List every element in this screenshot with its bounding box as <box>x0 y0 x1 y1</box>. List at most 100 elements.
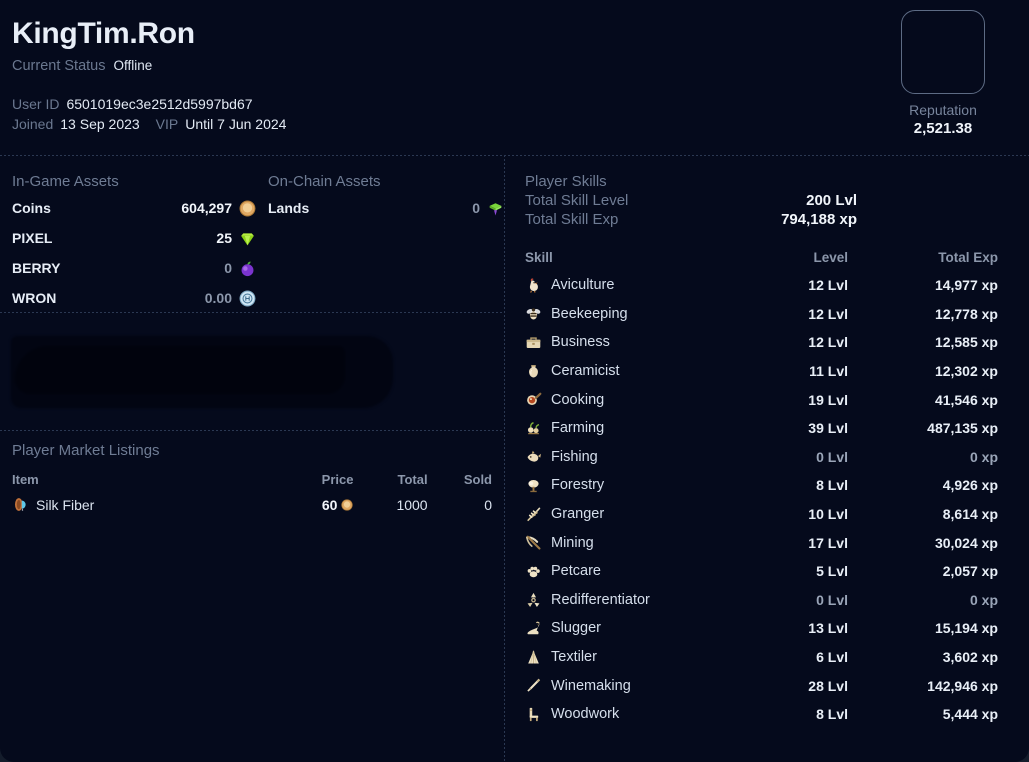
market-price-value: 60 <box>321 496 338 513</box>
table-row[interactable]: Business 12 Lvl 12,585 xp <box>525 328 998 357</box>
vip-label: VIP <box>155 116 179 132</box>
market-table-header: Item Price Total Sold <box>12 467 492 492</box>
skill-exp: 30,024 xp <box>934 534 998 551</box>
table-row[interactable]: Slugger 13 Lvl 15,194 xp <box>525 614 998 643</box>
table-row[interactable]: Ceramicist 11 Lvl 12,302 xp <box>525 357 998 386</box>
skill-name-cell: Slugger <box>525 620 708 637</box>
wheat-icon <box>525 506 542 523</box>
player-profile-card: KingTim.Ron Current Status Offline User … <box>0 0 1029 762</box>
in-game-assets-list: Coins 604,297 PIXEL 25 BERRY 0 WRON 0.00 <box>12 196 256 310</box>
market-col-price: Price <box>321 472 354 487</box>
skill-name: Mining <box>551 534 594 551</box>
left-column: In-Game Assets Coins 604,297 PIXEL 25 BE… <box>0 155 504 762</box>
asset-name: Coins <box>12 200 51 216</box>
purple-berry-icon <box>239 260 256 277</box>
skill-name-cell: Textiler <box>525 649 708 666</box>
skill-name: Aviculture <box>551 277 615 294</box>
market-price-cell: 60 <box>283 496 354 513</box>
skill-level: 11 Lvl <box>809 363 848 380</box>
briefcase-icon <box>525 334 542 351</box>
market-listings-title: Player Market Listings <box>12 442 160 459</box>
cloth-icon <box>525 649 542 666</box>
vase-icon <box>525 363 542 380</box>
table-row[interactable]: Textiler 6 Lvl 3,602 xp <box>525 643 998 672</box>
skill-level: 0 Lvl <box>816 591 848 608</box>
chair-icon <box>525 706 542 723</box>
skill-name-cell: Aviculture <box>525 277 708 294</box>
table-row[interactable]: Farming 39 Lvl 487,135 xp <box>525 414 998 443</box>
table-row[interactable]: Cooking 19 Lvl 41,546 xp <box>525 385 998 414</box>
silk-fiber-icon <box>12 496 29 513</box>
skill-exp: 0 xp <box>969 591 998 608</box>
land-plot-icon <box>487 200 504 217</box>
table-row[interactable]: Silk Fiber 60 1000 0 <box>12 492 492 517</box>
table-row[interactable]: Beekeeping 12 Lvl 12,778 xp <box>525 300 998 329</box>
joined-value: 13 Sep 2023 <box>60 116 140 132</box>
table-row[interactable]: Forestry 8 Lvl 4,926 xp <box>525 471 998 500</box>
paw-icon <box>525 563 542 580</box>
total-skill-level-label: Total Skill Level <box>525 192 629 209</box>
recycle-icon <box>525 591 542 608</box>
table-row[interactable]: Winemaking 28 Lvl 142,946 xp <box>525 671 998 700</box>
market-col-total: Total <box>397 472 428 487</box>
skill-name-cell: Cooking <box>525 391 708 408</box>
market-sold-value: 0 <box>484 496 492 513</box>
skills-table: Skill Level Total Exp Aviculture 12 Lvl 14… <box>525 250 998 729</box>
skills-column: Player Skills Total Skill Level 200 Lvl … <box>505 155 1029 762</box>
joined-label: Joined <box>12 116 54 132</box>
skill-name: Winemaking <box>551 677 631 694</box>
skill-name: Slugger <box>551 620 601 637</box>
asset-row: Lands 0 <box>268 196 504 220</box>
on-chain-assets-list: Lands 0 <box>268 196 504 220</box>
market-total-value: 1000 <box>396 496 428 513</box>
profile-header: KingTim.Ron Current Status Offline User … <box>0 0 1029 155</box>
user-id-value: 6501019ec3e2512d5997bd67 <box>66 96 253 112</box>
skill-level: 12 Lvl <box>808 305 848 322</box>
market-col-item: Item <box>12 472 39 487</box>
market-item-cell: Silk Fiber <box>12 496 283 513</box>
skill-level: 28 Lvl <box>808 677 848 694</box>
frying-pan-icon <box>525 391 542 408</box>
crops-icon <box>525 420 542 437</box>
table-row[interactable]: Redifferentiator 0 Lvl 0 xp <box>525 586 998 615</box>
total-skill-exp-row: Total Skill Exp 794,188 xp <box>525 211 998 228</box>
asset-value: 25 <box>216 230 232 246</box>
skill-level: 10 Lvl <box>808 506 848 523</box>
skill-name-cell: Fishing <box>525 448 708 465</box>
asset-value: 0 <box>472 200 480 216</box>
vip-value: Until 7 Jun 2024 <box>185 116 287 132</box>
skill-name-cell: Winemaking <box>525 677 708 694</box>
skill-name: Forestry <box>551 477 605 494</box>
assets-section: In-Game Assets Coins 604,297 PIXEL 25 BE… <box>0 155 504 310</box>
green-gem-icon <box>239 230 256 247</box>
table-row[interactable]: Mining 17 Lvl 30,024 xp <box>525 528 998 557</box>
skills-table-header: Skill Level Total Exp <box>525 250 998 271</box>
skill-level: 13 Lvl <box>808 620 848 637</box>
asset-name: PIXEL <box>12 230 53 246</box>
table-row[interactable]: Aviculture 12 Lvl 14,977 xp <box>525 271 998 300</box>
skill-level: 39 Lvl <box>808 420 848 437</box>
market-col-sold: Sold <box>463 472 492 487</box>
divider-redacted-top <box>0 312 504 313</box>
skills-col-skill: Skill <box>525 250 553 265</box>
skill-exp: 2,057 xp <box>942 563 998 580</box>
skill-name-cell: Redifferentiator <box>525 591 708 608</box>
skill-exp: 12,778 xp <box>934 305 998 322</box>
skill-name-cell: Granger <box>525 506 708 523</box>
user-id-label: User ID <box>12 96 60 112</box>
table-row[interactable]: Fishing 0 Lvl 0 xp <box>525 443 998 472</box>
in-game-assets: In-Game Assets Coins 604,297 PIXEL 25 BE… <box>0 173 256 310</box>
skill-exp: 142,946 xp <box>927 677 998 694</box>
skill-level: 6 Lvl <box>816 649 848 666</box>
pickaxe-icon <box>525 534 542 551</box>
total-skill-level-value: 200 Lvl <box>806 192 857 209</box>
skill-name: Fishing <box>551 448 598 465</box>
table-row[interactable]: Woodwork 8 Lvl 5,444 xp <box>525 700 998 729</box>
player-skills-title: Player Skills <box>525 173 607 190</box>
skill-name: Woodwork <box>551 706 620 723</box>
status-value: Offline <box>113 58 153 73</box>
table-row[interactable]: Granger 10 Lvl 8,614 xp <box>525 500 998 529</box>
user-id-row: User ID 6501019ec3e2512d5997bd67 <box>12 94 286 114</box>
table-row[interactable]: Petcare 5 Lvl 2,057 xp <box>525 557 998 586</box>
profile-body: In-Game Assets Coins 604,297 PIXEL 25 BE… <box>0 155 1029 762</box>
